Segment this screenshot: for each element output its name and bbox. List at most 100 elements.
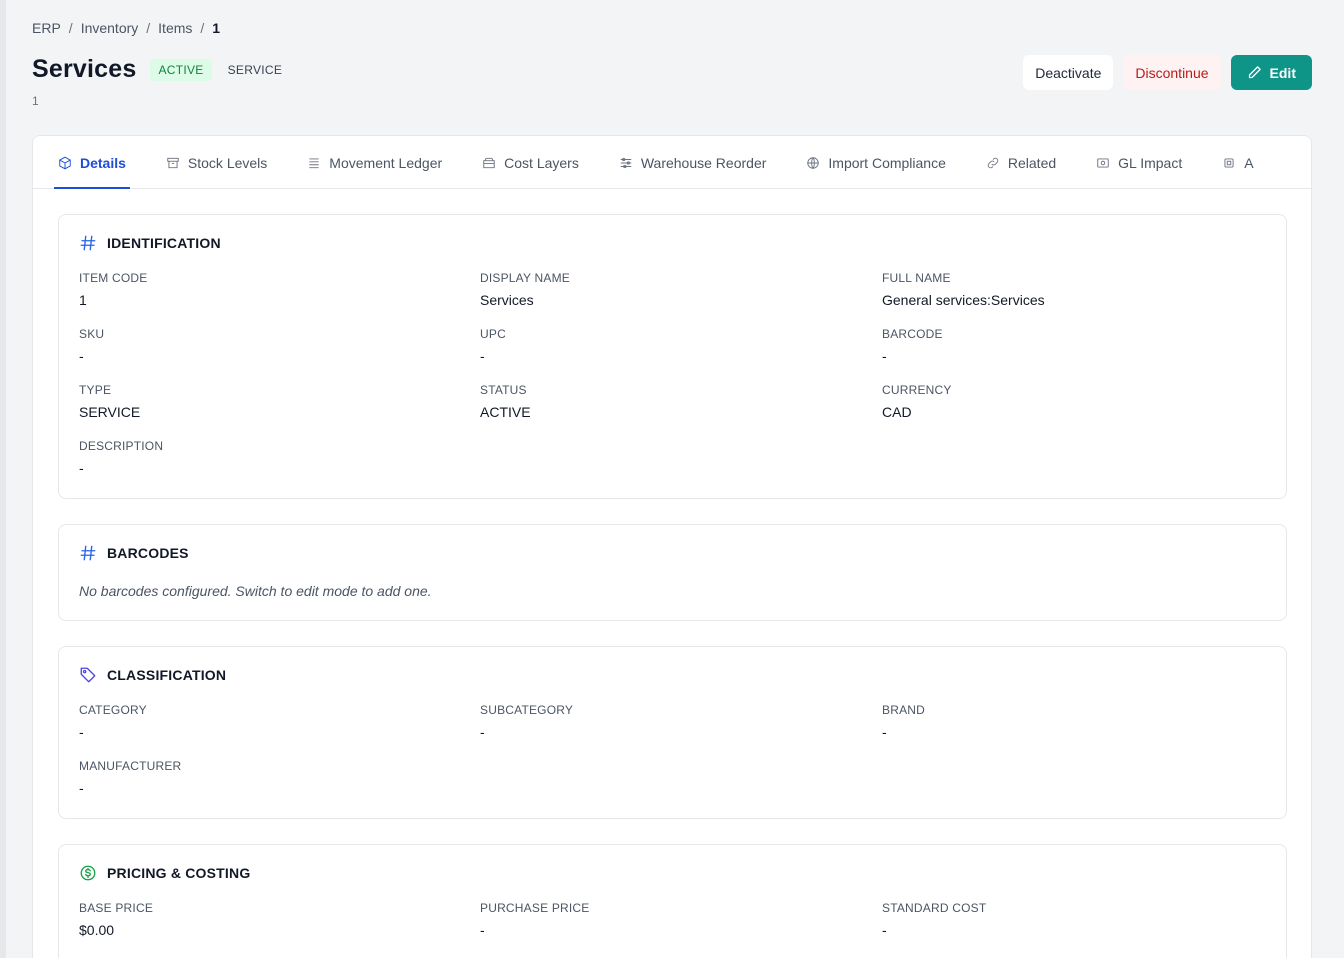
dollar-circle-icon <box>80 865 96 881</box>
field-label: FULL NAME <box>882 271 951 285</box>
field-label: DESCRIPTION <box>79 439 164 453</box>
field-brand: BRAND - <box>882 703 925 740</box>
edit-button[interactable]: Edit <box>1230 55 1312 90</box>
field-label: CATEGORY <box>79 703 147 717</box>
layers-icon <box>483 157 495 168</box>
field-value: - <box>480 724 485 740</box>
field-value: SERVICE <box>79 404 141 420</box>
tab-label: GL Impact <box>1118 154 1183 171</box>
empty-state-note: No barcodes configured. Switch to edit m… <box>79 583 432 599</box>
field-type: TYPE SERVICE <box>79 383 140 420</box>
tab-stock-levels[interactable]: Stock Levels <box>166 136 267 189</box>
tab-cost-layers[interactable]: Cost Layers <box>482 136 579 189</box>
tab-bar: Details Stock Levels Movement Ledger Cos… <box>33 136 1311 189</box>
field-label: CURRENCY <box>882 383 952 397</box>
field-description: DESCRIPTION - <box>79 439 163 476</box>
tab-label: Movement Ledger <box>329 154 443 171</box>
breadcrumb-erp[interactable]: ERP <box>32 20 61 36</box>
field-item-code: ITEM CODE 1 <box>79 271 147 308</box>
tab-warehouse-reorder[interactable]: Warehouse Reorder <box>619 136 767 189</box>
page-title: Services <box>32 55 137 83</box>
tab-movement-ledger[interactable]: Movement Ledger <box>307 136 442 189</box>
field-display-name: DISPLAY NAME Services <box>480 271 570 308</box>
tab-import-compliance[interactable]: Import Compliance <box>806 136 946 189</box>
field-value: CAD <box>882 404 912 420</box>
section-header: IDENTIFICATION <box>79 234 221 252</box>
hash-icon <box>80 235 96 251</box>
field-currency: CURRENCY CAD <box>882 383 952 420</box>
field-label: MANUFACTURER <box>79 759 182 773</box>
breadcrumb-separator: / <box>68 20 73 36</box>
field-value: - <box>480 348 485 364</box>
hash-icon <box>80 545 96 561</box>
field-subcategory: SUBCATEGORY - <box>480 703 573 740</box>
field-value: - <box>79 460 84 476</box>
field-label: BARCODE <box>882 327 943 341</box>
field-value: General services:Services <box>882 292 1045 308</box>
field-value: Services <box>480 292 534 308</box>
tab-label: Details <box>80 154 126 171</box>
field-status: STATUS ACTIVE <box>480 383 531 420</box>
section-header: CLASSIFICATION <box>79 666 226 684</box>
tab-related[interactable]: Related <box>986 136 1056 189</box>
field-label: BRAND <box>882 703 926 717</box>
list-icon <box>309 157 319 168</box>
tab-gl-impact[interactable]: GL Impact <box>1096 136 1182 189</box>
field-value: - <box>882 724 887 740</box>
header-actions: Deactivate Discontinue Edit <box>1023 55 1312 90</box>
section-title: PRICING & COSTING <box>107 865 251 881</box>
field-value: - <box>79 724 84 740</box>
sliders-icon <box>620 157 632 168</box>
deactivate-button[interactable]: Deactivate <box>1023 55 1114 90</box>
chip-icon <box>1224 157 1234 168</box>
field-label: DISPLAY NAME <box>480 271 570 285</box>
section-title: IDENTIFICATION <box>107 235 221 251</box>
type-badge: SERVICE <box>227 62 283 77</box>
title-row: Services ACTIVE SERVICE <box>32 55 282 84</box>
field-label: BASE PRICE <box>79 901 154 915</box>
breadcrumb-separator: / <box>146 20 151 36</box>
field-label: STATUS <box>480 383 527 397</box>
barcodes-section: BARCODES No barcodes configured. Switch … <box>58 524 1287 621</box>
tab-label: Import Compliance <box>828 154 946 171</box>
discontinue-button[interactable]: Discontinue <box>1123 55 1221 90</box>
archive-icon <box>167 157 179 168</box>
field-manufacturer: MANUFACTURER - <box>79 759 181 796</box>
field-value: $0.00 <box>79 922 115 938</box>
field-label: SUBCATEGORY <box>480 703 574 717</box>
field-upc: UPC - <box>480 327 506 364</box>
field-purchase-price: PURCHASE PRICE - <box>480 901 590 938</box>
tab-details[interactable]: Details <box>54 136 130 189</box>
pencil-icon <box>1248 66 1261 79</box>
section-header: PRICING & COSTING <box>79 864 250 882</box>
tab-label: Stock Levels <box>187 154 268 171</box>
breadcrumb: ERP / Inventory / Items / 1 <box>32 20 220 36</box>
field-label: ITEM CODE <box>79 271 148 285</box>
field-value: ACTIVE <box>480 404 531 420</box>
field-category: CATEGORY - <box>79 703 147 740</box>
breadcrumb-items[interactable]: Items <box>158 20 192 36</box>
field-label: SKU <box>79 327 105 341</box>
field-value: - <box>882 348 887 364</box>
classification-section: CLASSIFICATION CATEGORY - SUBCATEGORY - … <box>58 646 1287 819</box>
edit-button-label: Edit <box>1269 64 1296 81</box>
field-full-name: FULL NAME General services:Services <box>882 271 1045 308</box>
tab-label: Warehouse Reorder <box>640 154 767 171</box>
item-detail-card: Details Stock Levels Movement Ledger Cos… <box>32 135 1312 958</box>
link-icon <box>987 157 999 168</box>
section-header: BARCODES <box>79 544 189 562</box>
breadcrumb-inventory[interactable]: Inventory <box>81 20 139 36</box>
breadcrumb-current: 1 <box>212 20 221 36</box>
pricing-section: PRICING & COSTING BASE PRICE $0.00 PURCH… <box>58 844 1287 958</box>
tab-label: A <box>1244 154 1254 171</box>
tab-overflow[interactable]: A <box>1222 136 1254 189</box>
field-value: - <box>882 922 887 938</box>
field-value: 1 <box>79 292 87 308</box>
status-badge: ACTIVE <box>150 58 212 81</box>
left-edge <box>0 0 6 958</box>
field-base-price: BASE PRICE $0.00 <box>79 901 153 938</box>
box-icon <box>59 156 71 169</box>
tab-label: Cost Layers <box>504 154 579 171</box>
item-subtitle: 1 <box>32 94 39 108</box>
field-value: - <box>79 348 84 364</box>
